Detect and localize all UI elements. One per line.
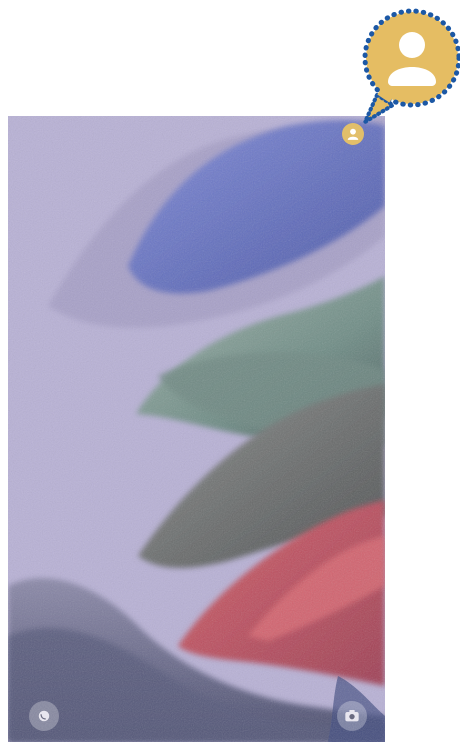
page xyxy=(0,0,460,746)
camera-shortcut-button[interactable] xyxy=(337,701,367,731)
wallpaper xyxy=(8,116,385,742)
phone-shortcut-icon xyxy=(38,710,50,722)
profile-callout xyxy=(361,8,460,125)
phone-shortcut-button[interactable] xyxy=(29,701,59,731)
camera-shortcut-icon xyxy=(345,710,359,722)
lock-screen[interactable] xyxy=(8,116,385,742)
user-profile-icon xyxy=(347,128,359,140)
profile-avatar-small[interactable] xyxy=(342,123,364,145)
